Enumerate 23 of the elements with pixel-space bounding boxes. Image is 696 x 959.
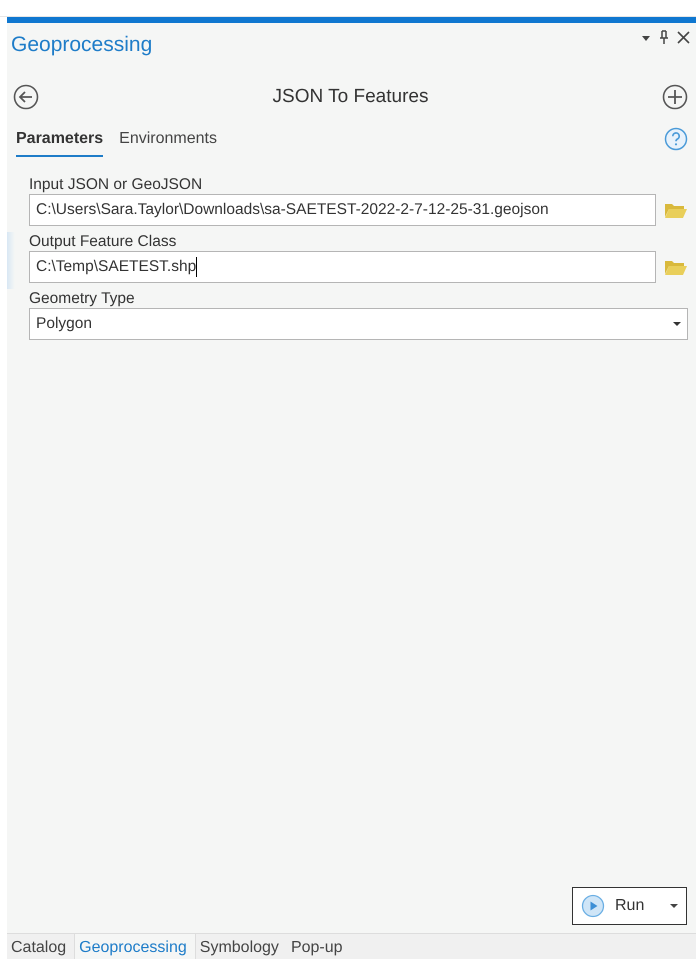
tab[interactable]: Parameters xyxy=(16,127,104,157)
path-field[interactable]: C:\Temp\SAETEST.shp xyxy=(29,251,656,283)
field-label: Geometry Type xyxy=(29,289,136,308)
pin-icon[interactable] xyxy=(659,29,669,45)
pane-tab[interactable]: Pop-up xyxy=(286,934,351,959)
path-field[interactable]: C:\Users\Sara.Taylor\Downloads\sa-SAETEST-2022-2-7-12-25-31.geojson xyxy=(29,194,656,226)
add-icon[interactable] xyxy=(662,84,688,110)
pane-tab[interactable]: Symbology xyxy=(196,934,287,959)
run-button[interactable]: Run xyxy=(572,887,687,925)
dropdown-field[interactable]: Polygon xyxy=(29,308,688,340)
help-icon[interactable] xyxy=(664,127,688,151)
pane-tab[interactable]: Catalog xyxy=(7,934,74,959)
field-label: Output Feature Class xyxy=(29,232,178,251)
field-label: Input JSON or GeoJSON xyxy=(29,175,204,194)
caret-icon xyxy=(673,321,681,327)
play-icon xyxy=(581,894,605,918)
tool-title: JSON To Features xyxy=(272,84,430,108)
caret-icon[interactable] xyxy=(670,903,678,909)
pane-title: Geoprocessing xyxy=(10,32,154,58)
close-icon[interactable] xyxy=(677,29,690,45)
back-icon[interactable] xyxy=(13,84,39,110)
pane-tab[interactable]: Geoprocessing xyxy=(74,934,196,959)
tab[interactable]: Environments xyxy=(119,127,217,157)
